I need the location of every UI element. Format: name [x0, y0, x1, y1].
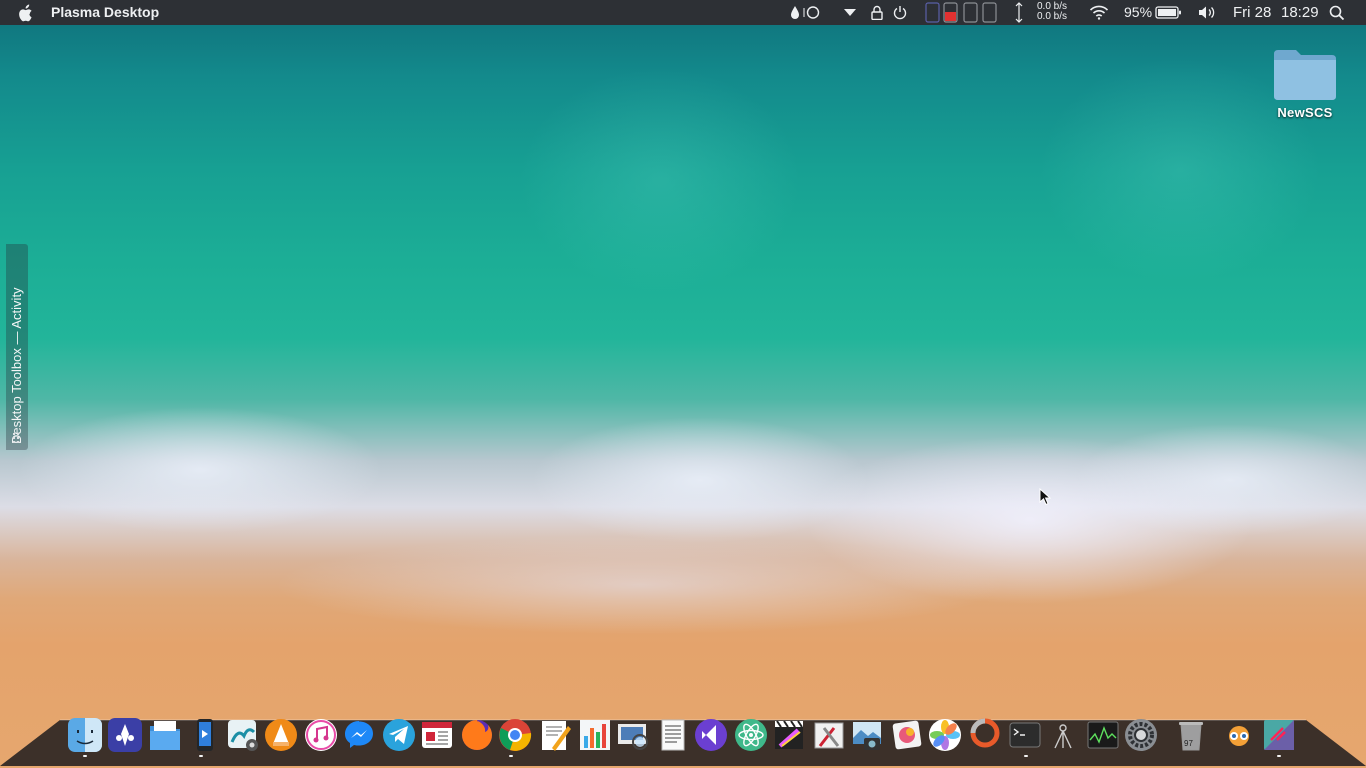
folder-label: NewSCS: [1277, 105, 1333, 120]
atom-icon[interactable]: [734, 718, 768, 752]
wallpaper-icon[interactable]: [226, 718, 260, 752]
trash-icon[interactable]: 97: [1174, 718, 1208, 752]
visual-studio-icon[interactable]: [694, 718, 728, 752]
final-cut-icon[interactable]: [772, 718, 806, 752]
desktop-folder[interactable]: NewSCS: [1268, 44, 1342, 124]
network-arrows-icon[interactable]: [1013, 2, 1025, 23]
running-indicator: [199, 755, 203, 757]
telegram-icon[interactable]: [382, 718, 416, 752]
pages-icon[interactable]: [538, 718, 572, 752]
power-icon[interactable]: [892, 5, 908, 20]
trash-count: 97: [1184, 739, 1193, 748]
folder-icon: [1274, 50, 1336, 100]
flathub-icon[interactable]: [1262, 718, 1296, 752]
dock: 97: [64, 716, 1304, 757]
clock-date[interactable]: Fri 28: [1233, 0, 1271, 25]
activity-monitor-icon[interactable]: [1086, 718, 1120, 752]
network-download: 0.0 b/s: [1037, 11, 1068, 22]
news-icon[interactable]: [420, 718, 454, 752]
wifi-icon[interactable]: [1089, 5, 1109, 20]
finder-icon[interactable]: [68, 718, 102, 752]
chevron-down-icon[interactable]: [843, 5, 857, 20]
vlc-icon[interactable]: [264, 718, 298, 752]
lock-icon[interactable]: [869, 5, 885, 20]
krita-icon[interactable]: [108, 718, 142, 752]
photos-icon[interactable]: [928, 718, 962, 752]
network-speed: 0.0 b/s 0.0 b/s: [1037, 2, 1067, 22]
top-menu-bar: Plasma Desktop 0.0 b/s 0.0 b/s 95% Fri 2…: [0, 0, 1366, 25]
tools-icon[interactable]: [812, 718, 846, 752]
running-indicator: [1024, 755, 1028, 757]
app-name[interactable]: Plasma Desktop: [51, 0, 159, 25]
firefox-icon[interactable]: [460, 718, 494, 752]
pixel-icon[interactable]: [890, 718, 924, 752]
preview-icon[interactable]: [616, 718, 650, 752]
battery-percent[interactable]: 95%: [1124, 0, 1152, 25]
kdeconnect-icon[interactable]: [188, 718, 222, 752]
photocape-icon[interactable]: [968, 718, 1002, 752]
battery-icon[interactable]: [1155, 5, 1183, 20]
pager-icon[interactable]: [925, 2, 999, 23]
textedit-icon[interactable]: [656, 718, 690, 752]
itunes-icon[interactable]: [304, 718, 338, 752]
chrome-icon[interactable]: [498, 718, 532, 752]
clock-time[interactable]: 18:29: [1281, 0, 1319, 25]
desktop-toolbox-label: Desktop Toolbox — Activity: [9, 287, 24, 444]
running-indicator: [1277, 755, 1281, 757]
files-icon[interactable]: [148, 718, 182, 752]
image-capture-icon[interactable]: [850, 718, 884, 752]
desktop-wallpaper: [0, 0, 1366, 768]
terminal-icon[interactable]: [1008, 718, 1042, 752]
blender-icon[interactable]: [1222, 718, 1256, 752]
numbers-icon[interactable]: [578, 718, 612, 752]
volume-icon[interactable]: [1197, 5, 1217, 20]
system-preferences-icon[interactable]: [1124, 718, 1158, 752]
search-icon[interactable]: [1329, 5, 1345, 20]
running-indicator: [83, 755, 87, 757]
mouse-cursor-icon: [1039, 488, 1051, 506]
system-monitor-icon[interactable]: [1046, 718, 1080, 752]
running-indicator: [509, 755, 513, 757]
grip-icon: [13, 433, 19, 443]
desktop-toolbox[interactable]: Desktop Toolbox — Activity: [6, 244, 28, 450]
messenger-icon[interactable]: [342, 718, 376, 752]
apple-menu-icon[interactable]: [17, 0, 33, 25]
redshift-icon[interactable]: [788, 5, 822, 20]
